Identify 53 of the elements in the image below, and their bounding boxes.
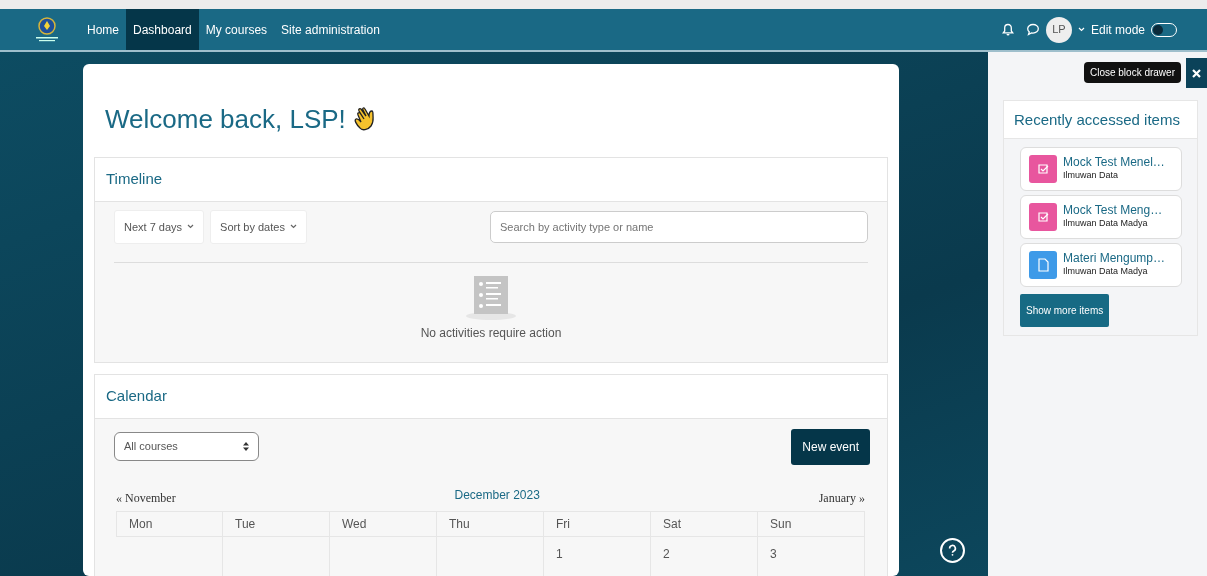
chevron-down-icon[interactable]: [1077, 27, 1085, 32]
recent-item[interactable]: Mock Test Menel… Ilmuwan Data: [1020, 147, 1182, 191]
new-event-button[interactable]: New event: [791, 428, 870, 465]
chat-bubble-icon[interactable]: [1025, 23, 1040, 36]
item-name: Mock Test Menel…: [1063, 155, 1165, 169]
month-title: December 2023: [454, 486, 540, 504]
section-title: Calendar: [95, 375, 887, 419]
document-icon: [1029, 251, 1057, 279]
course-name: Ilmuwan Data Madya: [1063, 265, 1149, 278]
close-button[interactable]: [1186, 58, 1207, 88]
quiz-icon: [1029, 203, 1057, 231]
nav-link[interactable]: My courses: [198, 9, 275, 50]
question-icon: [948, 544, 957, 557]
nav-link[interactable]: Site administration: [274, 9, 387, 50]
close-icon: [1192, 68, 1201, 78]
weekday-header: Tue: [223, 511, 330, 536]
help-button[interactable]: [940, 538, 965, 563]
bell-icon[interactable]: [1001, 23, 1014, 36]
show-more-button[interactable]: Show more items: [1020, 294, 1110, 327]
course-select[interactable]: All courses: [114, 432, 259, 461]
day-cell: 1: [544, 535, 651, 576]
weekday-header: Sat: [651, 511, 758, 536]
page-title: Welcome back, LSP!: [105, 104, 346, 136]
nav-link[interactable]: Home: [80, 9, 126, 50]
day-cell: 3: [758, 535, 865, 576]
item-name: Mock Test Meng…: [1063, 203, 1163, 217]
course-name: Ilmuwan Data Madya: [1063, 217, 1149, 230]
avatar[interactable]: LP: [1045, 16, 1072, 43]
item-name: Materi Mengump…: [1063, 251, 1166, 265]
chevron-down-icon: [289, 224, 297, 230]
empty-list-icon: [466, 276, 516, 323]
filter-dropdown[interactable]: Sort by dates: [210, 209, 307, 245]
next-month-link[interactable]: January »: [818, 488, 865, 507]
day-cell: 2: [651, 535, 758, 576]
previous-month-link[interactable]: « November: [116, 488, 176, 507]
weekday-header: Sun: [758, 511, 865, 536]
course-name: Ilmuwan Data: [1063, 168, 1120, 182]
recent-item[interactable]: Materi Mengump… Ilmuwan Data Madya: [1020, 243, 1182, 287]
chevron-down-icon: [187, 224, 195, 230]
weekday-header: Wed: [330, 511, 437, 536]
recent-item[interactable]: Mock Test Meng… Ilmuwan Data Madya: [1020, 195, 1182, 239]
weekday-header: Fri: [544, 511, 651, 536]
section-title: Timeline: [95, 158, 887, 202]
search-field[interactable]: Search by activity type or name: [490, 210, 868, 244]
edit-mode-label: Edit mode: [1090, 21, 1145, 39]
tooltip: Close block drawer: [1083, 62, 1181, 83]
sort-arrows-icon: [243, 442, 249, 452]
nav-link[interactable]: Dashboard: [126, 9, 199, 50]
quiz-icon: [1029, 155, 1057, 183]
weekday-header: Thu: [437, 511, 544, 536]
weekday-header: Mon: [116, 511, 223, 536]
empty-message: No activities require action: [419, 325, 563, 343]
filter-dropdown[interactable]: Next 7 days: [114, 209, 205, 245]
